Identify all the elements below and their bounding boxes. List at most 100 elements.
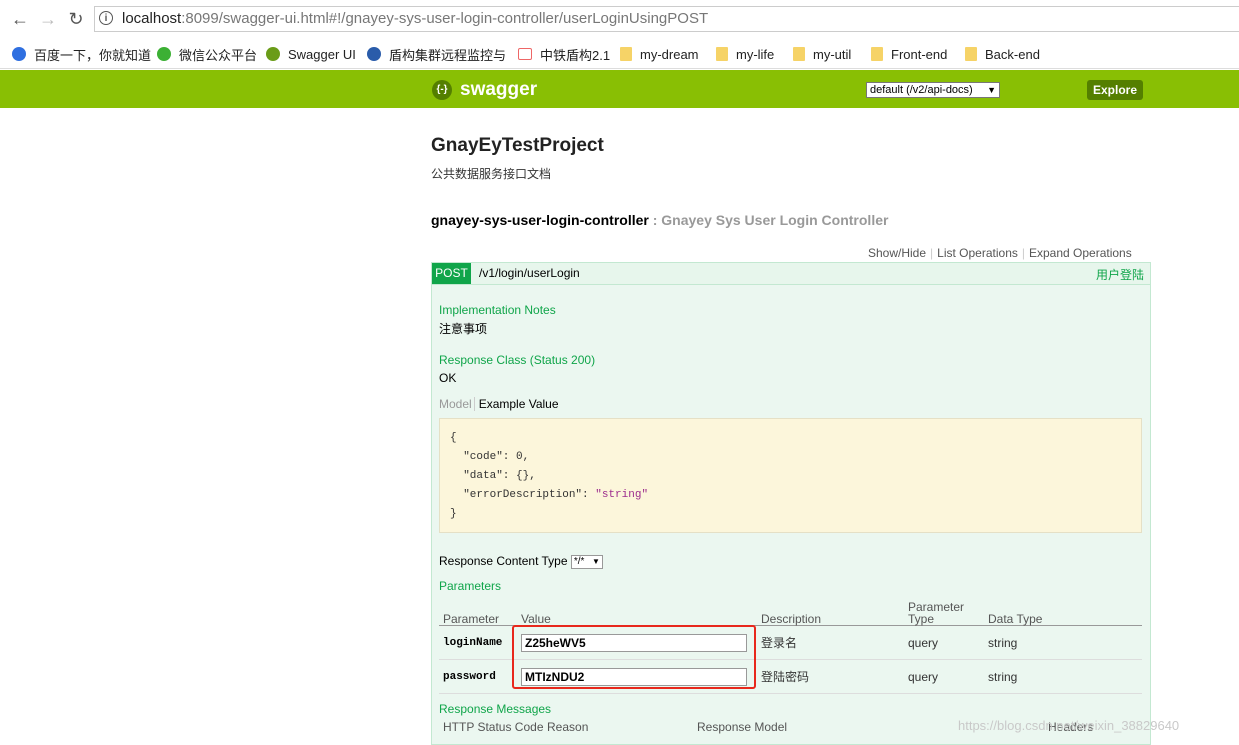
bookmark-label: 中铁盾构2.1 (540, 47, 611, 63)
code-line: "data": {}, (450, 470, 536, 482)
show-hide-link[interactable]: Show/Hide (868, 246, 926, 260)
swagger-logo-icon: {-} (432, 80, 452, 100)
dropdown-arrow-icon: ▼ (987, 85, 996, 95)
operation-summary[interactable]: 用户登陆 (1096, 266, 1144, 283)
back-arrow-icon[interactable]: ← (10, 9, 30, 29)
api-spec-select[interactable]: default (/v2/api-docs) ▼ (866, 82, 1000, 98)
bookmark-baidu[interactable]: 百度一下，你就知道 (12, 44, 151, 64)
folder-icon (871, 47, 883, 61)
bookmarks-bar: 百度一下，你就知道 微信公众平台 Swagger UI 盾构集群远程监控与 中铁… (0, 40, 1239, 69)
swagger-icon (266, 47, 280, 61)
folder-icon (965, 47, 977, 61)
bookmark-folder-back-end[interactable]: Back-end (965, 44, 1040, 64)
bookmark-folder-my-life[interactable]: my-life (716, 44, 774, 64)
globe-icon (367, 47, 381, 61)
param-data-type: string (984, 625, 1142, 660)
controller-heading[interactable]: gnayey-sys-user-login-controller : Gnaye… (431, 212, 888, 228)
implementation-notes: 注意事项 (439, 322, 488, 336)
code-line: "errorDescription": "string" (450, 486, 1131, 505)
bookmark-folder-my-util[interactable]: my-util (793, 44, 851, 64)
forward-arrow-icon[interactable]: → (38, 9, 58, 29)
browser-toolbar: ← → ↻ i localhost:8099/swagger-ui.html#!… (0, 0, 1239, 40)
bookmark-label: my-dream (640, 46, 699, 62)
folder-icon (716, 47, 728, 61)
page-icon (518, 48, 532, 60)
baidu-paw-icon (12, 47, 26, 61)
dropdown-arrow-icon: ▼ (591, 556, 600, 566)
folder-icon (620, 47, 632, 61)
code-key: "errorDescription": (450, 489, 596, 501)
col-header: Data Type (984, 597, 1142, 626)
param-description: 登陆密码 (757, 659, 904, 694)
info-icon[interactable]: i (99, 11, 113, 25)
operation-path[interactable]: /v1/login/userLogin (479, 266, 580, 280)
bookmark-monitor[interactable]: 盾构集群远程监控与 (367, 44, 506, 64)
bookmark-label: 盾构集群远程监控与 (389, 47, 507, 63)
bookmark-wechat[interactable]: 微信公众平台 (157, 44, 257, 64)
col-header: Parameter (439, 597, 517, 626)
tab-example-value[interactable]: Example Value (473, 397, 559, 411)
watermark: https://blog.csdn.net/weixin_38829640 (958, 718, 1180, 733)
list-operations-link[interactable]: List Operations (937, 246, 1018, 260)
bookmark-label: Back-end (985, 46, 1040, 62)
http-method-badge[interactable]: POST (432, 263, 471, 284)
code-string: "string" (595, 489, 649, 501)
content-type-value: */* (573, 555, 585, 567)
tab-model[interactable]: Model (439, 397, 472, 411)
controller-subtitle: : Gnayey Sys User Login Controller (648, 212, 889, 228)
col-header: Response Model (697, 720, 788, 734)
bookmark-folder-front-end[interactable]: Front-end (871, 44, 947, 64)
code-line: "code": 0, (450, 451, 530, 463)
operation-header[interactable]: POST /v1/login/userLogin 用户登陆 (431, 262, 1151, 285)
example-value-code[interactable]: { "code": 0, "data": {}, "errorDescripti… (439, 418, 1142, 533)
table-header-row: Parameter Value Description Parameter Ty… (439, 597, 1142, 626)
bookmark-label: 微信公众平台 (179, 47, 258, 63)
project-title: GnayEyTestProject (431, 135, 604, 156)
bookmark-label: my-life (736, 46, 775, 62)
bookmark-folder-my-dream[interactable]: my-dream (620, 44, 699, 64)
response-class: OK (439, 371, 457, 385)
reload-icon[interactable]: ↻ (66, 9, 86, 29)
col-header: Reason (547, 720, 589, 734)
project-description: 公共数据服务接口文档 (431, 167, 552, 181)
response-messages-heading: Response Messages (439, 702, 552, 716)
parameters-heading: Parameters (439, 579, 502, 593)
param-type: query (904, 625, 984, 660)
explore-button[interactable]: Explore (1087, 80, 1143, 100)
expand-operations-link[interactable]: Expand Operations (1029, 246, 1132, 260)
col-header: Description (757, 597, 904, 626)
bookmark-label: Front-end (891, 46, 948, 62)
bookmark-label: 百度一下，你就知道 (34, 47, 152, 63)
url-path: :8099/swagger-ui.html#!/gnayey-sys-user-… (181, 10, 709, 27)
operations-links: Show/Hide | List Operations | Expand Operati… (868, 246, 1132, 260)
col-header: HTTP Status Code (443, 720, 544, 734)
response-content-type-label: Response Content Type (439, 554, 568, 568)
swagger-header: {-} swagger default (/v2/api-docs) ▼ Expl… (0, 70, 1239, 108)
bookmark-crec[interactable]: 中铁盾构2.1 (518, 44, 610, 64)
param-name: loginName (439, 625, 517, 660)
folder-icon (793, 47, 805, 61)
response-content-type-select[interactable]: */* ▼ (570, 554, 603, 569)
controller-name[interactable]: gnayey-sys-user-login-controller (431, 212, 649, 228)
bookmark-label: Swagger UI (288, 46, 356, 62)
response-content-type: Response Content Type */* ▼ (439, 554, 603, 569)
url-host: localhost (122, 10, 182, 27)
implementation-notes-heading: Implementation Notes (439, 303, 556, 317)
col-header: Parameter Type (904, 597, 984, 626)
param-name: password (439, 659, 517, 694)
param-description: 登录名 (757, 625, 904, 660)
model-tabs: Model Example Value (439, 397, 559, 411)
response-class-heading: Response Class (Status 200) (439, 353, 596, 367)
param-data-type: string (984, 659, 1142, 694)
wechat-icon (157, 47, 171, 61)
highlight-box (512, 625, 756, 689)
bookmark-swagger[interactable]: Swagger UI (266, 44, 356, 64)
address-bar[interactable]: i localhost:8099/swagger-ui.html#!/gnaye… (94, 6, 1239, 32)
col-header: Value (517, 597, 757, 626)
bookmark-label: my-util (813, 46, 852, 62)
code-line: { (450, 432, 457, 444)
param-type: query (904, 659, 984, 694)
api-spec-value: default (/v2/api-docs) (870, 84, 973, 96)
code-line: } (450, 508, 457, 520)
swagger-brand: swagger (460, 79, 538, 100)
